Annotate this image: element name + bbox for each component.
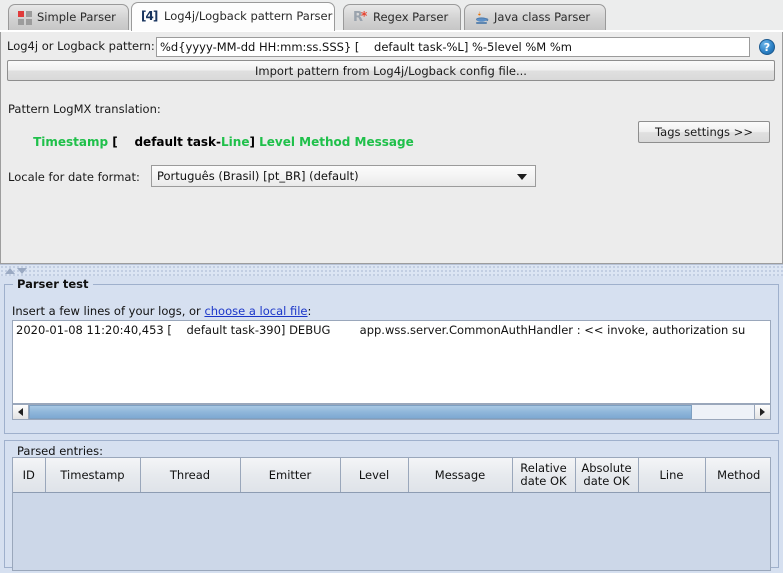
splitter-collapse-up-icon[interactable]: [5, 268, 15, 274]
parsed-entries-empty: [13, 492, 770, 570]
chevron-down-icon: [517, 174, 527, 180]
pattern-label: Log4j or Logback pattern:: [7, 39, 155, 53]
log4j-icon: [4]: [141, 9, 158, 23]
choose-local-file-link[interactable]: choose a local file: [204, 304, 307, 318]
parser-tabstrip: Simple Parser [4] Log4j/Logback pattern …: [0, 0, 783, 32]
column-header-level[interactable]: Level: [340, 458, 409, 493]
tab-java-class-parser-label: Java class Parser: [494, 9, 591, 24]
parser-test-panel: Parser test Insert a few lines of your l…: [0, 276, 783, 573]
regex-r-star-icon: R *: [353, 8, 368, 25]
parsed-entries-label: Parsed entries:: [14, 444, 106, 458]
chevron-left-icon: [18, 408, 23, 416]
parser-config-window: Simple Parser [4] Log4j/Logback pattern …: [0, 0, 783, 573]
column-header-line[interactable]: Line: [638, 458, 706, 493]
hscroll-left-button[interactable]: [13, 405, 29, 419]
translation-label: Pattern LogMX translation:: [8, 102, 161, 116]
translation-segment-level-method-message: Level Method Message: [254, 135, 414, 149]
locale-select[interactable]: Português (Brasil) [pt_BR] (default): [151, 165, 536, 187]
chevron-right-icon: [760, 408, 765, 416]
column-header-thread[interactable]: Thread: [140, 458, 241, 493]
pattern-input[interactable]: %d{yyyy-MM-dd HH:mm:ss.SSS} [ default ta…: [156, 37, 750, 57]
translation-segment-timestamp: Timestamp: [33, 135, 109, 149]
tab-regex-parser[interactable]: R * Regex Parser: [343, 4, 461, 30]
tab-regex-parser-label: Regex Parser: [373, 9, 449, 24]
parser-test-hint-before: Insert a few lines of your logs, or: [12, 304, 205, 318]
log-sample-line-1: 2020-01-08 11:20:40,453 [ default task-3…: [16, 323, 746, 337]
column-header-relative-date-ok[interactable]: Relative date OK: [512, 458, 576, 493]
log-sample-hscrollbar[interactable]: [12, 404, 771, 420]
parser-test-title: Parser test: [13, 277, 93, 291]
hscroll-right-button[interactable]: [754, 405, 770, 419]
pattern-row: Log4j or Logback pattern:: [7, 39, 155, 53]
column-header-message[interactable]: Message: [408, 458, 513, 493]
column-header-timestamp[interactable]: Timestamp: [45, 458, 141, 493]
translation-preview: Timestamp [ default task-Line] Level Met…: [8, 121, 414, 163]
parsed-entries-grid: ID Timestamp Thread Emitter Level Messag…: [13, 458, 770, 570]
tags-settings-button[interactable]: Tags settings >>: [638, 121, 770, 143]
parsed-entries-header-row: ID Timestamp Thread Emitter Level Messag…: [13, 458, 770, 493]
parser-test-hint: Insert a few lines of your logs, or choo…: [12, 304, 311, 318]
tab-simple-parser-label: Simple Parser: [37, 9, 116, 24]
hscroll-thumb[interactable]: [29, 405, 693, 419]
parsed-entries-table[interactable]: ID Timestamp Thread Emitter Level Messag…: [12, 457, 771, 571]
help-question-icon[interactable]: ?: [759, 39, 775, 55]
translation-segment-line: Line: [221, 135, 250, 149]
locale-selected-value: Português (Brasil) [pt_BR] (default): [157, 169, 359, 183]
java-cup-icon: [474, 10, 489, 25]
column-header-method[interactable]: Method: [705, 458, 770, 493]
locale-label: Locale for date format:: [8, 170, 140, 184]
grid-squares-icon: [18, 10, 32, 25]
column-header-emitter[interactable]: Emitter: [240, 458, 341, 493]
tab-simple-parser[interactable]: Simple Parser: [8, 4, 129, 30]
import-pattern-button[interactable]: Import pattern from Log4j/Logback config…: [7, 60, 775, 81]
tab-log4j-logback-parser-label: Log4j/Logback pattern Parser: [164, 9, 333, 24]
log4j-parser-config-panel: Log4j or Logback pattern: %d{yyyy-MM-dd …: [0, 32, 783, 264]
parser-test-hint-after: :: [307, 304, 312, 318]
splitter-collapse-down-icon[interactable]: [17, 268, 27, 274]
translation-segment-literal-1: [ default task-: [108, 135, 222, 149]
column-header-absolute-date-ok[interactable]: Absolute date OK: [575, 458, 639, 493]
column-header-id[interactable]: ID: [13, 458, 46, 493]
hscroll-track[interactable]: [29, 405, 754, 419]
log-sample-textarea[interactable]: 2020-01-08 11:20:40,453 [ default task-3…: [12, 320, 771, 404]
tab-java-class-parser[interactable]: Java class Parser: [464, 4, 606, 30]
tab-log4j-logback-parser[interactable]: [4] Log4j/Logback pattern Parser: [131, 2, 335, 31]
parsed-entries-body: [13, 492, 770, 570]
